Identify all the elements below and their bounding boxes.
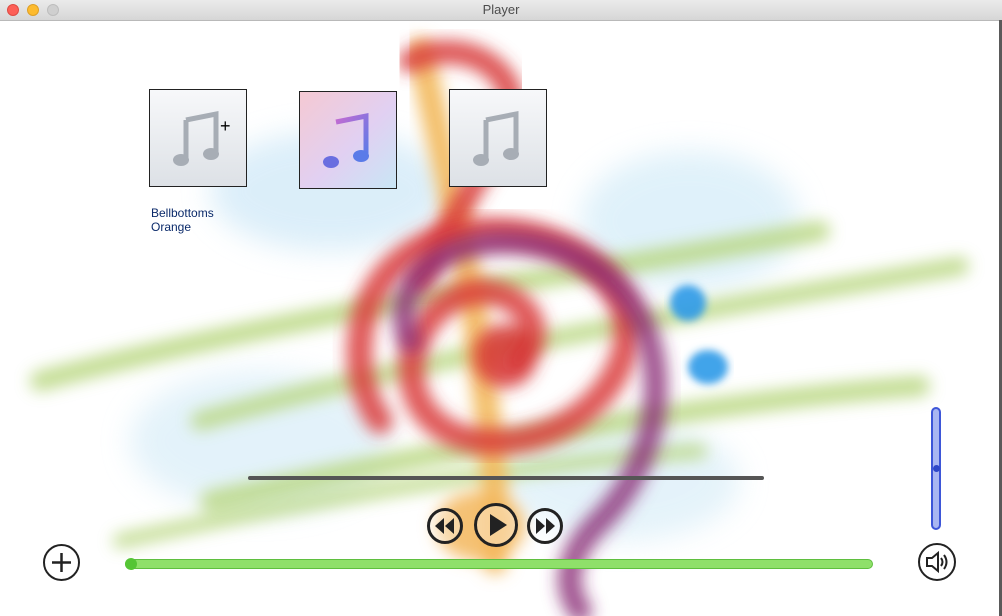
plus-icon: [52, 553, 71, 572]
play-icon: [490, 514, 507, 536]
rewind-icon: [435, 518, 454, 534]
zoom-window-button[interactable]: [47, 4, 59, 16]
close-window-button[interactable]: [7, 4, 19, 16]
playback-progress-bar[interactable]: [125, 559, 873, 569]
minimize-window-button[interactable]: [27, 4, 39, 16]
album-tile-1[interactable]: [149, 89, 247, 187]
music-note-icon: [323, 112, 369, 168]
speaker-icon: [926, 550, 948, 574]
progress-knob[interactable]: [125, 558, 137, 570]
volume-button[interactable]: [918, 543, 956, 581]
player-window: Player + Bellbottoms Orange: [0, 0, 1002, 616]
crosshair-cursor-icon: +: [220, 116, 231, 136]
rewind-button[interactable]: [427, 508, 463, 544]
song-title-label: Bellbottoms: [151, 206, 214, 220]
music-note-icon: [473, 110, 519, 166]
volume-knob[interactable]: [933, 465, 940, 472]
seek-track[interactable]: [248, 476, 764, 480]
song-artist-label: Orange: [151, 220, 192, 234]
add-button[interactable]: [43, 544, 80, 581]
music-note-icon: [173, 110, 219, 166]
window-title: Player: [482, 2, 520, 17]
album-tile-3[interactable]: [449, 89, 547, 187]
fast-forward-icon: [536, 518, 555, 534]
fast-forward-button[interactable]: [527, 508, 563, 544]
play-button[interactable]: [474, 503, 518, 547]
album-tile-2[interactable]: [299, 91, 397, 189]
title-bar: Player: [0, 0, 1002, 21]
